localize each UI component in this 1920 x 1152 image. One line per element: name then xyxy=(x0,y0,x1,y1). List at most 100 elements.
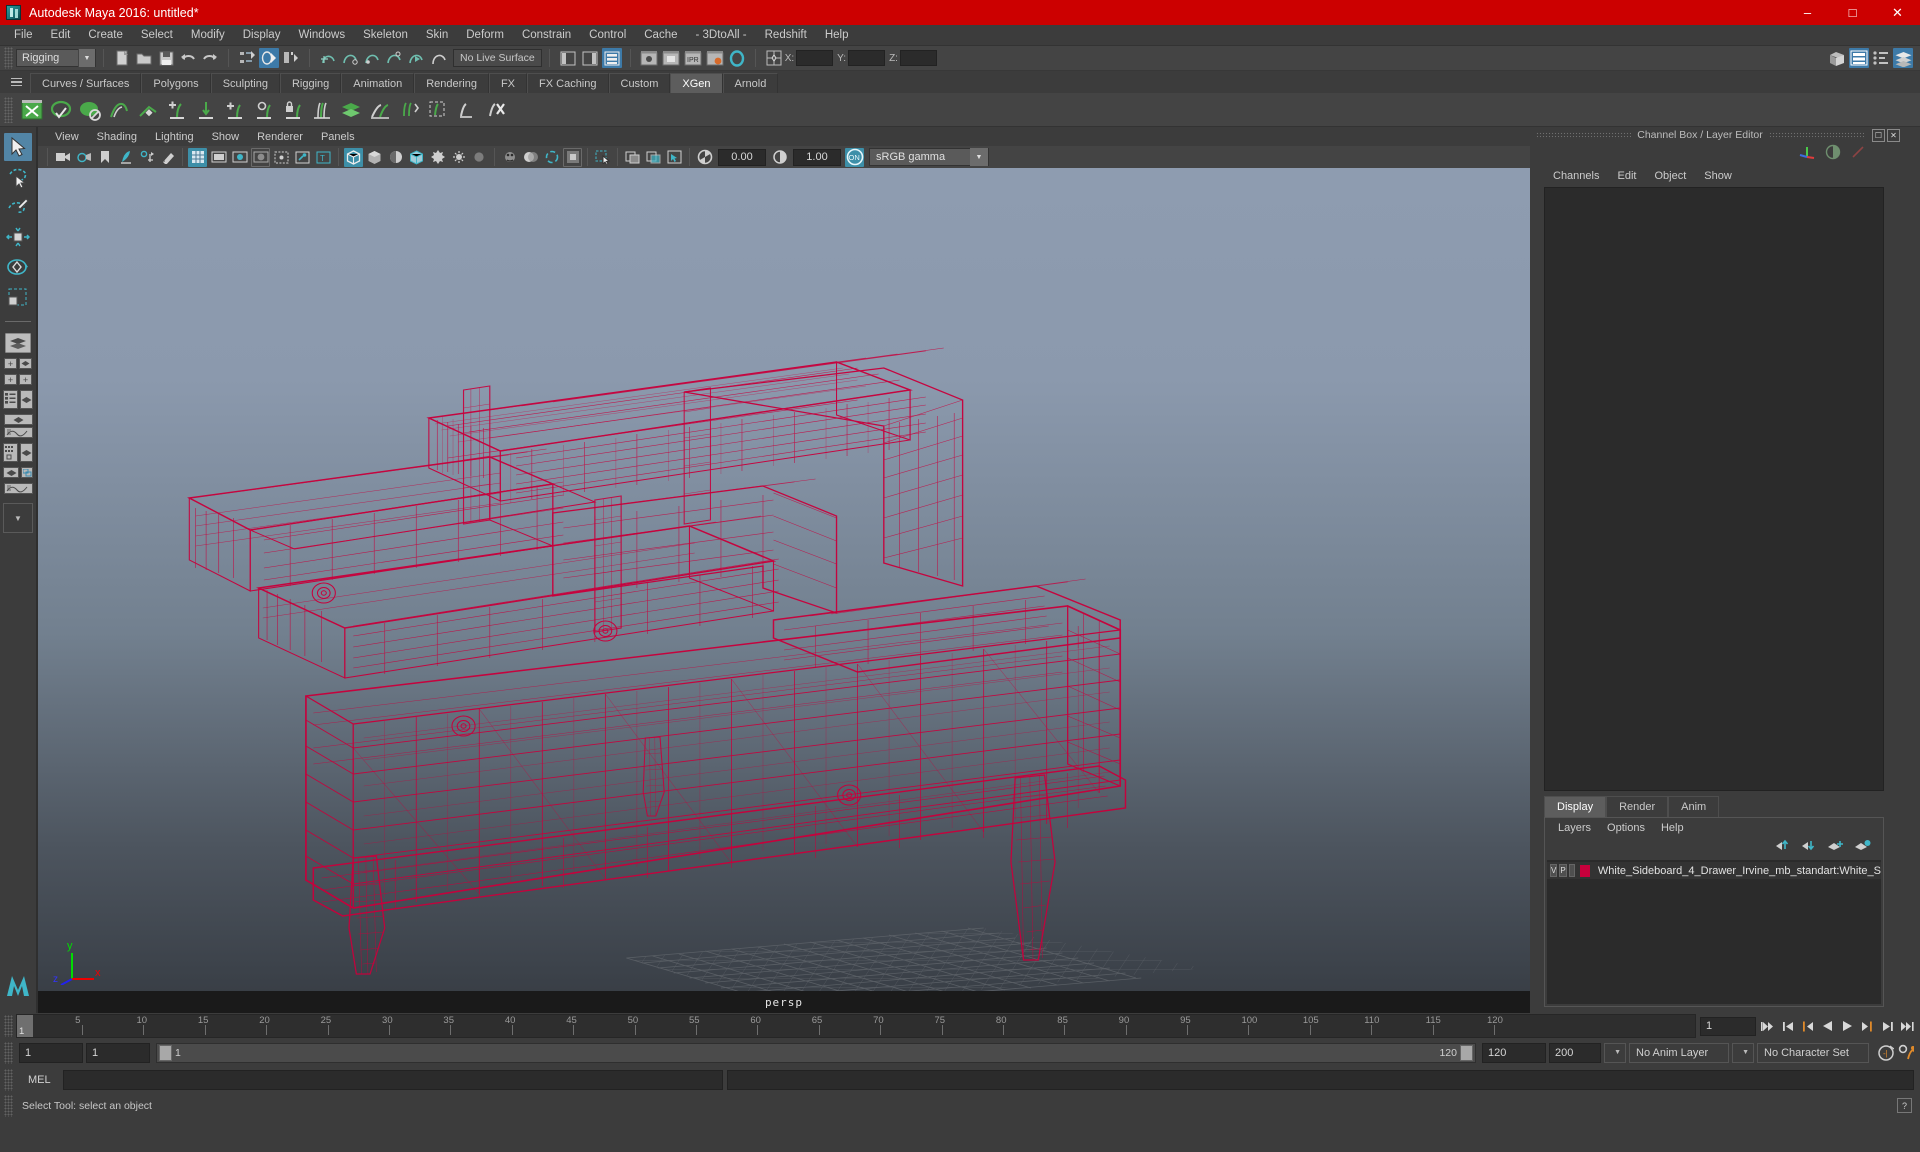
playback-end-time-field[interactable]: 120 xyxy=(1482,1042,1546,1063)
layer-menu-layers[interactable]: Layers xyxy=(1550,821,1599,835)
animation-end-time-field[interactable]: 200 xyxy=(1549,1042,1601,1063)
xgen-region-icon[interactable] xyxy=(425,97,451,123)
quick-layout-graph-editor-button[interactable] xyxy=(3,483,33,494)
layer-playback-toggle[interactable]: P xyxy=(1559,864,1567,877)
show-channel-box-layers-icon[interactable] xyxy=(1893,48,1913,68)
panel-menu-shading[interactable]: Shading xyxy=(88,130,146,144)
xgen-move-guide-icon[interactable] xyxy=(193,97,219,123)
shelf-grip[interactable] xyxy=(4,96,13,123)
shelf-tab-rigging[interactable]: Rigging xyxy=(279,73,342,93)
xgen-delete-icon[interactable] xyxy=(483,97,509,123)
toggle-resolution-gate-icon[interactable] xyxy=(230,148,249,167)
quick-layout-persp-outliner-button[interactable] xyxy=(3,467,33,478)
xgen-groom-icon[interactable] xyxy=(106,97,132,123)
depth-of-field-icon[interactable] xyxy=(563,147,582,167)
layer-menu-help[interactable]: Help xyxy=(1653,821,1692,835)
camera-attributes-icon[interactable] xyxy=(74,148,93,167)
xgen-editor-icon[interactable] xyxy=(19,97,45,123)
channelbox-menu-show[interactable]: Show xyxy=(1695,169,1741,183)
show-sidebar-left-icon[interactable] xyxy=(558,48,578,68)
go-to-end-button[interactable] xyxy=(1899,1016,1916,1036)
dock-float-button[interactable]: ☐ xyxy=(1872,128,1885,142)
screen-space-ao-icon[interactable] xyxy=(500,148,519,167)
hypershade-icon[interactable] xyxy=(727,48,747,68)
lasso-tool-button[interactable] xyxy=(4,163,32,191)
xgen-sphere-guide-icon[interactable] xyxy=(251,97,277,123)
layer-tab-render[interactable]: Render xyxy=(1606,796,1669,817)
menu-item-display[interactable]: Display xyxy=(234,27,290,43)
shelf-tab-xgen[interactable]: XGen xyxy=(670,73,723,93)
xgen-lock-icon[interactable] xyxy=(280,97,306,123)
rotate-tool-button[interactable] xyxy=(4,253,32,281)
panel-menu-renderer[interactable]: Renderer xyxy=(248,130,312,144)
xgen-add-icon[interactable] xyxy=(222,97,248,123)
use-all-lights-icon[interactable] xyxy=(449,148,468,167)
range-start-handle[interactable] xyxy=(159,1044,172,1061)
current-frame-field[interactable]: 1 xyxy=(1700,1016,1756,1036)
redo-render-icon[interactable] xyxy=(661,48,681,68)
scale-tool-button[interactable] xyxy=(4,283,32,311)
shading-wireframe-icon[interactable] xyxy=(344,147,363,167)
shadows-icon[interactable] xyxy=(470,148,489,167)
xgen-split-guide-icon[interactable] xyxy=(309,97,335,123)
snap-grid-icon[interactable] xyxy=(318,48,338,68)
close-button[interactable]: ✕ xyxy=(1875,0,1920,25)
xgen-add-guide-icon[interactable] xyxy=(164,97,190,123)
toggle-joint-xray-icon[interactable] xyxy=(293,148,312,167)
move-tool-button[interactable] xyxy=(4,223,32,251)
shelf-tab-animation[interactable]: Animation xyxy=(341,73,415,93)
channelbox-menu-channels[interactable]: Channels xyxy=(1544,169,1608,183)
snapshot-icon[interactable] xyxy=(623,148,642,167)
panel-menu-panels[interactable]: Panels xyxy=(312,130,364,144)
quick-layout-more-button[interactable]: ▼ xyxy=(3,503,33,533)
bookmark-icon[interactable] xyxy=(95,148,114,167)
menu-item-3dtoall[interactable]: - 3DtoAll - xyxy=(687,27,756,43)
play-forwards-button[interactable] xyxy=(1839,1016,1856,1036)
shading-wireframe-on-shaded-icon[interactable] xyxy=(407,148,426,167)
snap-projected-icon[interactable] xyxy=(384,48,404,68)
menu-item-skeleton[interactable]: Skeleton xyxy=(354,27,417,43)
viewport-select-icon[interactable] xyxy=(665,148,684,167)
shelf-menu-icon[interactable] xyxy=(7,73,25,91)
motion-blur-icon[interactable] xyxy=(521,148,540,167)
show-modeling-toolkit-icon[interactable] xyxy=(1827,48,1847,68)
paint-select-tool-button[interactable] xyxy=(4,193,32,221)
show-tool-settings-icon[interactable] xyxy=(1871,48,1891,68)
help-icon[interactable]: ? xyxy=(1897,1098,1912,1113)
toggle-grid-icon[interactable] xyxy=(188,147,207,167)
open-scene-icon[interactable] xyxy=(134,48,154,68)
sideboard-wireframe-model[interactable] xyxy=(187,347,1127,975)
select-component-icon[interactable] xyxy=(281,48,301,68)
layer-visibility-toggle[interactable]: V xyxy=(1550,864,1558,877)
mel-command-input[interactable] xyxy=(62,1070,723,1090)
chevron-down-icon[interactable]: ▼ xyxy=(1614,1049,1621,1056)
maximize-button[interactable]: □ xyxy=(1830,0,1875,25)
shelf-tab-curves-surfaces[interactable]: Curves / Surfaces xyxy=(30,73,142,93)
quick-layout-outliner-persp-button[interactable] xyxy=(3,390,33,409)
snap-view-plane-icon[interactable] xyxy=(406,48,426,68)
save-scene-icon[interactable] xyxy=(156,48,176,68)
shelf-tab-custom[interactable]: Custom xyxy=(608,73,671,93)
anim-layer-field[interactable]: No Anim Layer xyxy=(1629,1042,1729,1063)
menuset-selector[interactable]: Rigging ▼ xyxy=(16,49,96,67)
help-line-grip[interactable] xyxy=(4,1094,13,1117)
live-surface-field[interactable]: No Live Surface xyxy=(453,49,542,67)
ipr-render-icon[interactable]: IPR xyxy=(683,48,703,68)
shelf-tab-arnold[interactable]: Arnold xyxy=(722,73,779,93)
select-object-icon[interactable] xyxy=(259,48,279,68)
z-input[interactable] xyxy=(899,50,937,66)
auto-keyframe-toggle-icon[interactable]: -| xyxy=(1877,1043,1894,1063)
chevron-down-icon[interactable]: ▼ xyxy=(78,49,95,67)
render-current-frame-icon[interactable] xyxy=(639,48,659,68)
dock-close-button[interactable]: ✕ xyxy=(1887,128,1900,142)
create-layer-from-selected-icon[interactable] xyxy=(1854,839,1871,857)
menu-item-cache[interactable]: Cache xyxy=(635,27,686,43)
layer-tab-display[interactable]: Display xyxy=(1544,796,1607,817)
layer-row[interactable]: V P White_Sideboard_4_Drawer_Irvine_mb_sta… xyxy=(1547,862,1881,879)
range-end-handle[interactable] xyxy=(1460,1044,1473,1061)
menu-item-modify[interactable]: Modify xyxy=(182,27,234,43)
time-slider-grip[interactable] xyxy=(4,1015,13,1037)
menu-item-windows[interactable]: Windows xyxy=(289,27,354,43)
channel-box-content[interactable] xyxy=(1544,187,1884,791)
menu-item-create[interactable]: Create xyxy=(79,27,132,43)
